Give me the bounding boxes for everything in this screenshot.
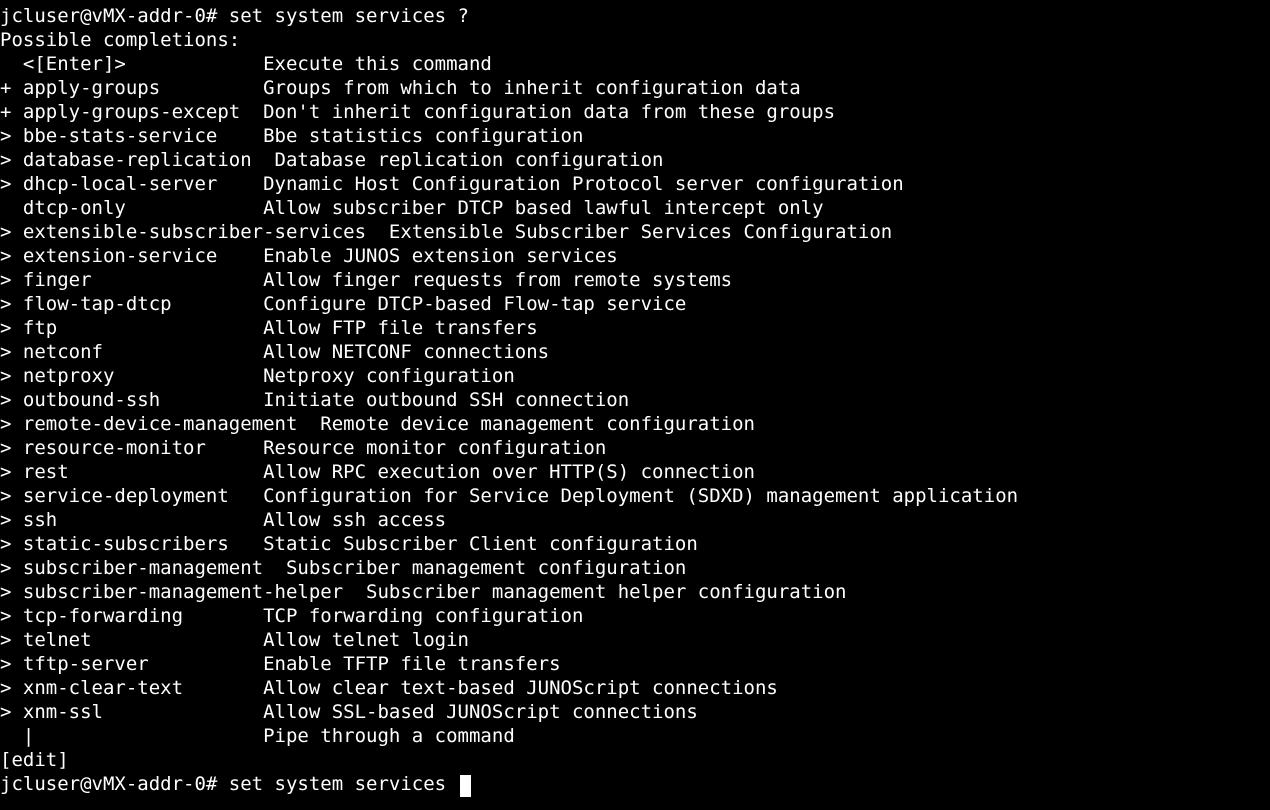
completion-item: + apply-groups-except Don't inherit conf… — [0, 100, 1270, 124]
completion-item: > resource-monitor Resource monitor conf… — [0, 436, 1270, 460]
completion-item: > rest Allow RPC execution over HTTP(S) … — [0, 460, 1270, 484]
completion-item: > tcp-forwarding TCP forwarding configur… — [0, 604, 1270, 628]
command-line-active[interactable]: jcluser@vMX-addr-0# set system services — [0, 772, 1270, 796]
completion-item: > service-deployment Configuration for S… — [0, 484, 1270, 508]
completion-item: > extensible-subscriber-services Extensi… — [0, 220, 1270, 244]
completion-item: > xnm-ssl Allow SSL-based JUNOScript con… — [0, 700, 1270, 724]
mode-indicator: [edit] — [0, 748, 1270, 772]
completion-item: > subscriber-management Subscriber manag… — [0, 556, 1270, 580]
completion-item: > ssh Allow ssh access — [0, 508, 1270, 532]
completion-item: > ftp Allow FTP file transfers — [0, 316, 1270, 340]
completion-item: > netconf Allow NETCONF connections — [0, 340, 1270, 364]
command-line-entered: jcluser@vMX-addr-0# set system services … — [0, 4, 1270, 28]
completion-item: > remote-device-management Remote device… — [0, 412, 1270, 436]
completion-item: > dhcp-local-server Dynamic Host Configu… — [0, 172, 1270, 196]
completion-item: | Pipe through a command — [0, 724, 1270, 748]
completion-item: > subscriber-management-helper Subscribe… — [0, 580, 1270, 604]
completion-item: > netproxy Netproxy configuration — [0, 364, 1270, 388]
completion-item: + apply-groups Groups from which to inhe… — [0, 76, 1270, 100]
completion-item: > tftp-server Enable TFTP file transfers — [0, 652, 1270, 676]
completion-item: dtcp-only Allow subscriber DTCP based la… — [0, 196, 1270, 220]
completion-item: > finger Allow finger requests from remo… — [0, 268, 1270, 292]
completion-item: > static-subscribers Static Subscriber C… — [0, 532, 1270, 556]
completion-item: > bbe-stats-service Bbe statistics confi… — [0, 124, 1270, 148]
completion-item: > telnet Allow telnet login — [0, 628, 1270, 652]
completion-item: > outbound-ssh Initiate outbound SSH con… — [0, 388, 1270, 412]
cursor — [460, 775, 471, 797]
completion-item: > xnm-clear-text Allow clear text-based … — [0, 676, 1270, 700]
terminal-output[interactable]: jcluser@vMX-addr-0# set system services … — [0, 0, 1270, 796]
completions-header: Possible completions: — [0, 28, 1270, 52]
completion-item: > flow-tap-dtcp Configure DTCP-based Flo… — [0, 292, 1270, 316]
completion-item: > database-replication Database replicat… — [0, 148, 1270, 172]
completion-item: > extension-service Enable JUNOS extensi… — [0, 244, 1270, 268]
completion-item: <[Enter]> Execute this command — [0, 52, 1270, 76]
